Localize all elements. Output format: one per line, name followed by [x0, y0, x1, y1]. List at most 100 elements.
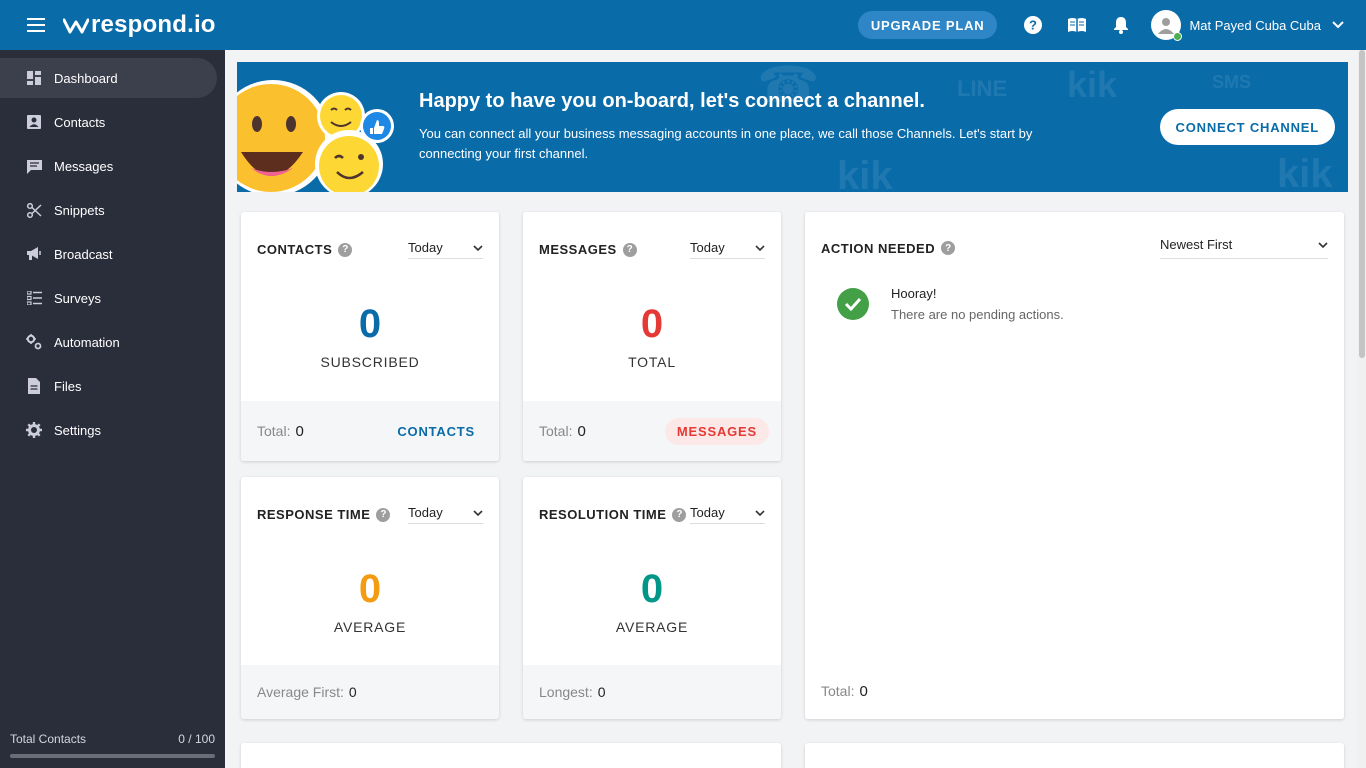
- total-contacts-progress: [10, 754, 215, 758]
- line-deco-icon: LINE: [957, 76, 1008, 101]
- period-select[interactable]: Today: [690, 240, 765, 259]
- help-icon[interactable]: ?: [338, 242, 353, 257]
- gear-icon: [26, 422, 42, 438]
- action-needed-card: ACTION NEEDED ? Newest First Hooray! The…: [805, 212, 1344, 719]
- automation-icon: [26, 334, 42, 350]
- chevron-down-icon: [473, 244, 483, 251]
- menu-icon[interactable]: [11, 0, 61, 50]
- sidebar-item-settings[interactable]: Settings: [0, 410, 217, 450]
- messages-card: MESSAGES ? Today 0 TOTAL Total: 0 MESSAG…: [523, 212, 781, 461]
- period-value: Today: [690, 240, 725, 255]
- user-menu[interactable]: Mat Payed Cuba Cuba: [1151, 10, 1344, 41]
- response-sub-label: AVERAGE: [333, 619, 407, 635]
- banner-title: Happy to have you on-board, let's connec…: [419, 90, 925, 112]
- bottom-card-left: [241, 743, 781, 768]
- footer-label: Longest:: [539, 684, 593, 700]
- footer-label: Total:: [821, 683, 855, 699]
- sidebar-item-label: Settings: [54, 422, 101, 438]
- help-icon[interactable]: ?: [672, 507, 687, 522]
- footer-value: 0: [348, 684, 357, 700]
- user-name: Mat Payed Cuba Cuba: [1189, 17, 1321, 33]
- onboarding-banner: ☎ LINE kik SMS kik kik Happy to have you…: [237, 62, 1348, 192]
- sidebar-item-surveys[interactable]: Surveys: [0, 278, 217, 318]
- contacts-card: CONTACTS ? Today 0 SUBSCRIBED Total: 0 C…: [241, 212, 499, 461]
- card-title: MESSAGES: [539, 242, 617, 257]
- sidebar-item-snippets[interactable]: Snippets: [0, 190, 217, 230]
- period-select[interactable]: Today: [690, 505, 765, 524]
- card-footer: Longest: 0: [523, 665, 781, 719]
- action-empty-state: Hooray! There are no pending actions.: [837, 286, 1064, 322]
- svg-text:?: ?: [1029, 18, 1037, 33]
- chevron-down-icon: [1318, 241, 1328, 248]
- connect-channel-button[interactable]: CONNECT CHANNEL: [1159, 109, 1335, 145]
- messages-sub-label: TOTAL: [628, 354, 676, 370]
- scrollbar[interactable]: [1358, 50, 1366, 768]
- sidebar-item-files[interactable]: Files: [0, 366, 217, 406]
- help-icon[interactable]: ?: [622, 242, 637, 257]
- footer-value: 0: [597, 684, 606, 700]
- bottom-card-right: [805, 743, 1344, 768]
- messages-link-button[interactable]: MESSAGES: [664, 417, 769, 445]
- user-icon: [1158, 18, 1175, 34]
- total-contacts-label: Total Contacts: [10, 732, 87, 746]
- book-icon[interactable]: [1062, 10, 1092, 40]
- card-title: RESOLUTION TIME: [539, 507, 667, 522]
- sidebar-item-broadcast[interactable]: Broadcast: [0, 234, 217, 274]
- sidebar-item-label: Automation: [54, 334, 120, 350]
- sidebar-item-dashboard[interactable]: Dashboard: [0, 58, 217, 98]
- file-icon: [26, 378, 42, 394]
- sidebar-item-contacts[interactable]: Contacts: [0, 102, 217, 142]
- footer-label: Total:: [257, 423, 291, 439]
- scissors-icon: [26, 202, 42, 218]
- chevron-down-icon: [1332, 21, 1344, 29]
- response-time-value: 0: [358, 567, 382, 611]
- card-title: CONTACTS: [257, 242, 333, 257]
- kik-deco-icon: kik: [1067, 64, 1118, 105]
- period-select[interactable]: Today: [408, 505, 483, 524]
- resolution-time-value: 0: [640, 567, 664, 611]
- megaphone-icon: [26, 246, 42, 262]
- contacts-count: 0: [358, 302, 382, 346]
- avatar: [1151, 10, 1183, 41]
- period-value: Today: [690, 505, 725, 520]
- sidebar-item-label: Messages: [54, 158, 114, 174]
- top-bar: respond.io UPGRADE PLAN ? Mat Payed Cuba…: [0, 0, 1366, 50]
- footer-label: Average First:: [257, 684, 344, 700]
- sms-deco-icon: SMS: [1212, 72, 1252, 92]
- sidebar-item-automation[interactable]: Automation: [0, 322, 217, 362]
- footer-value: 0: [295, 422, 304, 440]
- dashboard-icon: [26, 70, 42, 86]
- period-value: Today: [408, 505, 443, 520]
- emoji-illustration: [237, 80, 394, 192]
- banner-text: You can connect all your business messag…: [419, 126, 1033, 161]
- footer-value: 0: [577, 422, 586, 440]
- resolution-sub-label: AVERAGE: [615, 619, 689, 635]
- sidebar-item-label: Surveys: [54, 290, 101, 306]
- upgrade-plan-button[interactable]: UPGRADE PLAN: [857, 11, 998, 39]
- card-footer: Average First: 0: [241, 665, 499, 719]
- sort-value: Newest First: [1160, 237, 1233, 252]
- scrollbar-thumb[interactable]: [1359, 50, 1365, 358]
- no-pending-text: There are no pending actions.: [891, 307, 1064, 322]
- sort-select[interactable]: Newest First: [1160, 237, 1328, 259]
- logo[interactable]: respond.io: [63, 11, 216, 39]
- resolution-time-card: RESOLUTION TIME ? Today 0 AVERAGE Longes…: [523, 477, 781, 719]
- card-title: RESPONSE TIME: [257, 507, 371, 522]
- list-icon: [26, 290, 42, 306]
- total-contacts: Total Contacts 0 / 100: [10, 732, 215, 746]
- sidebar: Dashboard Contacts Messages Snippets Bro…: [0, 50, 225, 768]
- sidebar-item-label: Broadcast: [54, 246, 113, 262]
- bell-icon[interactable]: [1106, 10, 1136, 40]
- hooray-text: Hooray!: [891, 286, 937, 301]
- help-icon[interactable]: ?: [376, 507, 391, 522]
- chevron-down-icon: [755, 509, 765, 516]
- help-icon[interactable]: ?: [1018, 10, 1048, 40]
- period-select[interactable]: Today: [408, 240, 483, 259]
- footer-value: 0: [859, 682, 868, 700]
- contacts-link-button[interactable]: CONTACTS: [385, 418, 487, 445]
- sidebar-item-messages[interactable]: Messages: [0, 146, 217, 186]
- total-contacts-value: 0 / 100: [178, 732, 215, 746]
- messages-icon: [26, 158, 42, 174]
- card-footer: Total: 0: [805, 663, 1344, 719]
- help-icon[interactable]: ?: [941, 241, 956, 255]
